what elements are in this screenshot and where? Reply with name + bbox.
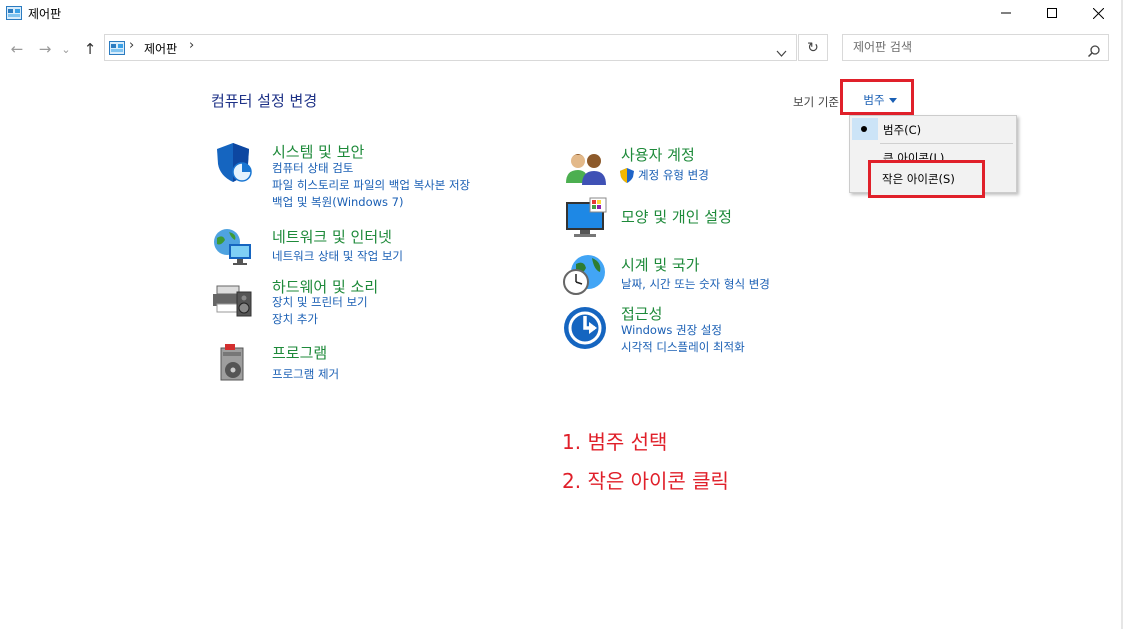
- link-add-device[interactable]: 장치 추가: [272, 311, 368, 328]
- search-icon[interactable]: [1087, 42, 1100, 61]
- highlight-box-view-by: [840, 79, 914, 115]
- link-devices-printers[interactable]: 장치 및 프린터 보기: [272, 294, 368, 311]
- address-dropdown-icon[interactable]: [776, 43, 787, 62]
- category-links-hardware: 장치 및 프린터 보기 장치 추가: [272, 294, 368, 328]
- menu-item-label: 범주(C): [883, 123, 922, 137]
- category-links-accessibility: Windows 권장 설정 시각적 디스플레이 최적화: [621, 322, 745, 356]
- shield-icon[interactable]: [211, 140, 255, 188]
- address-bar[interactable]: › 제어판 ›: [104, 34, 797, 61]
- clock-globe-icon[interactable]: [562, 252, 606, 300]
- page-title: 컴퓨터 설정 변경: [211, 92, 318, 110]
- category-network-internet[interactable]: 네트워크 및 인터넷: [272, 226, 392, 247]
- control-panel-icon: [6, 5, 22, 20]
- category-accessibility[interactable]: 접근성: [621, 303, 662, 324]
- breadcrumb-separator: ›: [129, 38, 135, 53]
- highlight-box-small-icons: [868, 160, 985, 198]
- chevron-down-icon: ⌄: [61, 42, 71, 56]
- view-by-label: 보기 기준:: [793, 95, 843, 109]
- forward-button[interactable]: →: [34, 38, 56, 60]
- search-box[interactable]: [842, 34, 1109, 61]
- annotation-step-2: 2. 작은 아이콘 클릭: [562, 469, 729, 493]
- radio-bullet-icon: [861, 126, 867, 132]
- search-input[interactable]: [851, 39, 1085, 55]
- monitor-palette-icon[interactable]: [564, 196, 608, 244]
- users-icon[interactable]: [564, 145, 608, 193]
- window-title: 제어판: [28, 7, 62, 21]
- close-button[interactable]: [1075, 0, 1121, 26]
- link-optimize-display[interactable]: 시각적 디스플레이 최적화: [621, 339, 745, 356]
- breadcrumb-item-control-panel[interactable]: 제어판: [144, 40, 177, 57]
- category-system-security[interactable]: 시스템 및 보안: [272, 141, 364, 162]
- minimize-button[interactable]: [983, 0, 1029, 26]
- annotation-step-1: 1. 범주 선택: [562, 430, 668, 454]
- category-clock-region[interactable]: 시계 및 국가: [621, 254, 700, 275]
- maximize-button[interactable]: [1029, 0, 1075, 26]
- uac-shield-icon: [620, 168, 634, 187]
- accessibility-icon[interactable]: [563, 306, 607, 354]
- category-title[interactable]: 시스템 및 보안: [272, 141, 364, 162]
- control-panel-icon: [109, 40, 125, 59]
- back-button[interactable]: ←: [6, 38, 28, 60]
- category-programs[interactable]: 프로그램: [272, 342, 327, 363]
- forward-arrow-icon: →: [38, 40, 52, 58]
- refresh-icon: ↻: [807, 39, 819, 56]
- link-date-time-format[interactable]: 날짜, 시간 또는 숫자 형식 변경: [621, 276, 770, 293]
- link-network-status[interactable]: 네트워크 상태 및 작업 보기: [272, 248, 403, 265]
- refresh-button[interactable]: ↻: [798, 34, 828, 61]
- up-arrow-icon: ↑: [83, 40, 97, 58]
- category-user-accounts[interactable]: 사용자 계정: [621, 144, 695, 165]
- link-uninstall-program[interactable]: 프로그램 제거: [272, 366, 339, 383]
- menu-item-category[interactable]: 범주(C): [850, 117, 1016, 141]
- link-windows-recommended[interactable]: Windows 권장 설정: [621, 322, 745, 339]
- link-backup-restore[interactable]: 백업 및 복원(Windows 7): [272, 194, 470, 211]
- programs-disc-icon[interactable]: [211, 342, 255, 390]
- link-file-history[interactable]: 파일 히스토리로 파일의 백업 복사본 저장: [272, 177, 470, 194]
- back-arrow-icon: ←: [10, 40, 24, 58]
- category-links-system: 컴퓨터 상태 검토 파일 히스토리로 파일의 백업 복사본 저장 백업 및 복원…: [272, 160, 470, 211]
- network-globe-icon[interactable]: [211, 224, 255, 272]
- up-button[interactable]: ↑: [79, 38, 101, 60]
- printer-speaker-icon[interactable]: [211, 276, 255, 324]
- breadcrumb-separator[interactable]: ›: [189, 38, 194, 53]
- recent-locations-button[interactable]: ⌄: [59, 38, 73, 60]
- title-bar: 제어판: [0, 0, 1123, 26]
- menu-divider: [880, 143, 1013, 144]
- link-review-computer-status[interactable]: 컴퓨터 상태 검토: [272, 160, 470, 177]
- category-appearance[interactable]: 모양 및 개인 설정: [621, 206, 732, 227]
- link-change-account-type[interactable]: 계정 유형 변경: [638, 167, 709, 184]
